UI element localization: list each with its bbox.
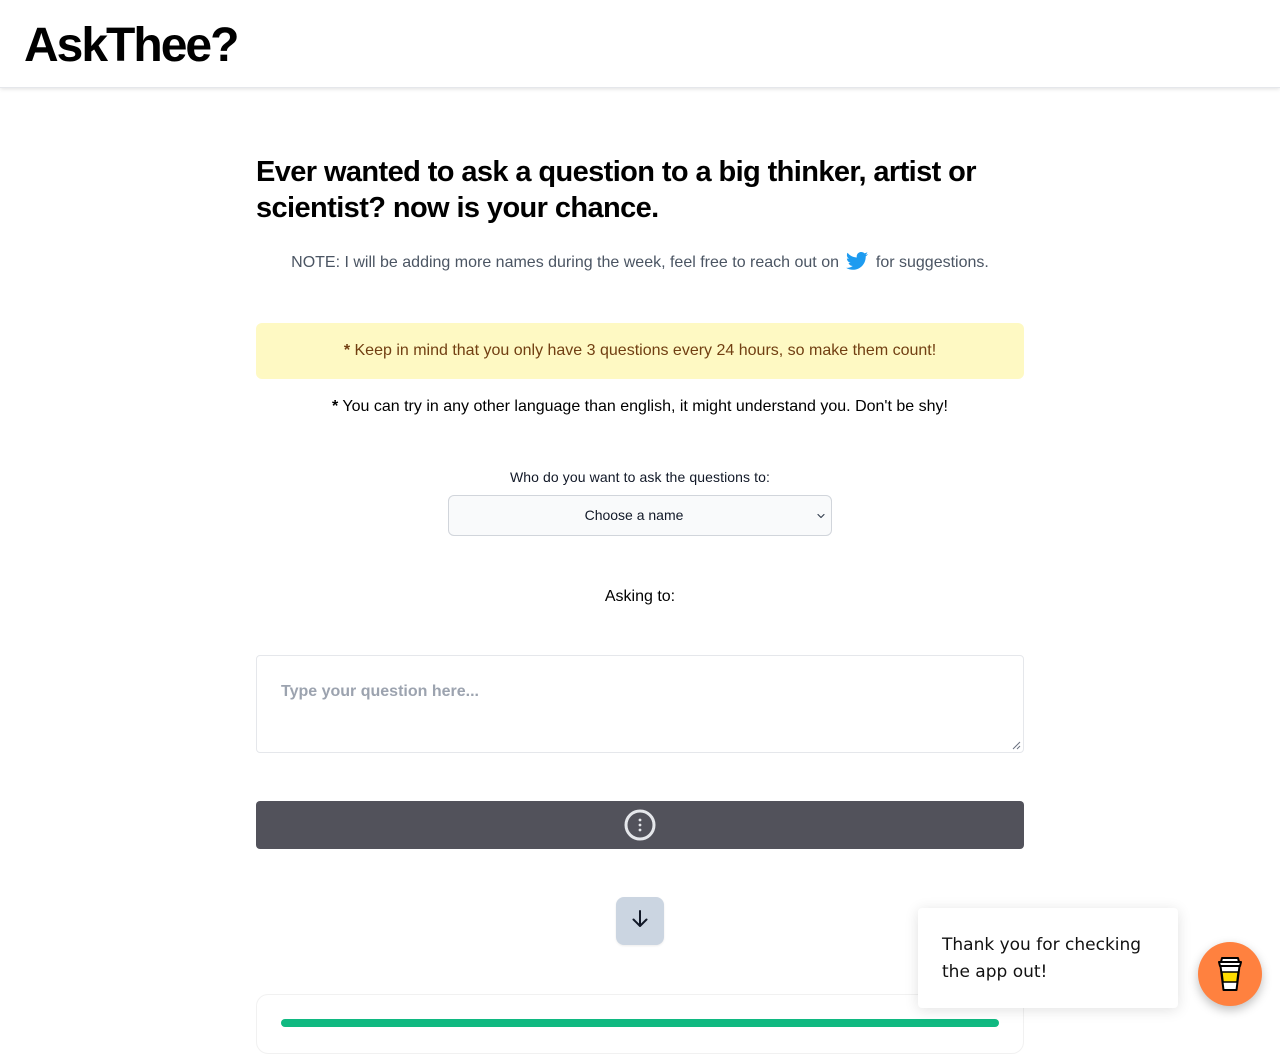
thanks-popup-text: Thank you for checking the app out!	[942, 935, 1142, 982]
scroll-down-button[interactable]	[616, 897, 664, 945]
question-placeholder: Type your question here...	[281, 683, 479, 700]
spinner-icon	[624, 809, 656, 841]
name-select[interactable]: Choose a name	[448, 495, 832, 536]
asterisk: *	[332, 398, 339, 415]
thanks-popup: Thank you for checking the app out!	[918, 908, 1178, 1008]
question-limit-text: Keep in mind that you only have 3 questi…	[354, 342, 937, 359]
asking-to-label: Asking to:	[604, 588, 676, 605]
answer-progress-bar	[281, 1019, 999, 1027]
name-select-value: Choose a name	[584, 507, 684, 523]
chevron-down-icon	[817, 513, 825, 519]
site-header: AskThee?	[0, 0, 1280, 88]
site-logo[interactable]: AskThee?	[24, 18, 239, 74]
twitter-icon[interactable]	[845, 249, 869, 273]
resize-handle-icon[interactable]	[1012, 741, 1021, 750]
note-text-after: for suggestions.	[875, 254, 989, 271]
answer-card	[256, 994, 1024, 1054]
buy-me-a-coffee-button[interactable]	[1198, 942, 1262, 1006]
question-limit-banner: * Keep in mind that you only have 3 ques…	[256, 323, 1024, 379]
question-textarea[interactable]: Type your question here...	[256, 655, 1024, 753]
submit-question-button[interactable]	[256, 801, 1024, 849]
language-note: * You can try in any other language than…	[256, 395, 1024, 419]
asterisk: *	[343, 342, 351, 359]
update-note: NOTE: I will be adding more names during…	[256, 249, 1024, 275]
page-headline: Ever wanted to ask a question to a big t…	[256, 156, 977, 224]
note-text-before: NOTE: I will be adding more names during…	[291, 254, 839, 271]
language-note-text: You can try in any other language than e…	[342, 398, 948, 415]
coffee-cup-icon	[1218, 957, 1242, 991]
name-select-label: Who do you want to ask the questions to:	[509, 469, 771, 485]
arrow-down-icon	[632, 910, 648, 927]
